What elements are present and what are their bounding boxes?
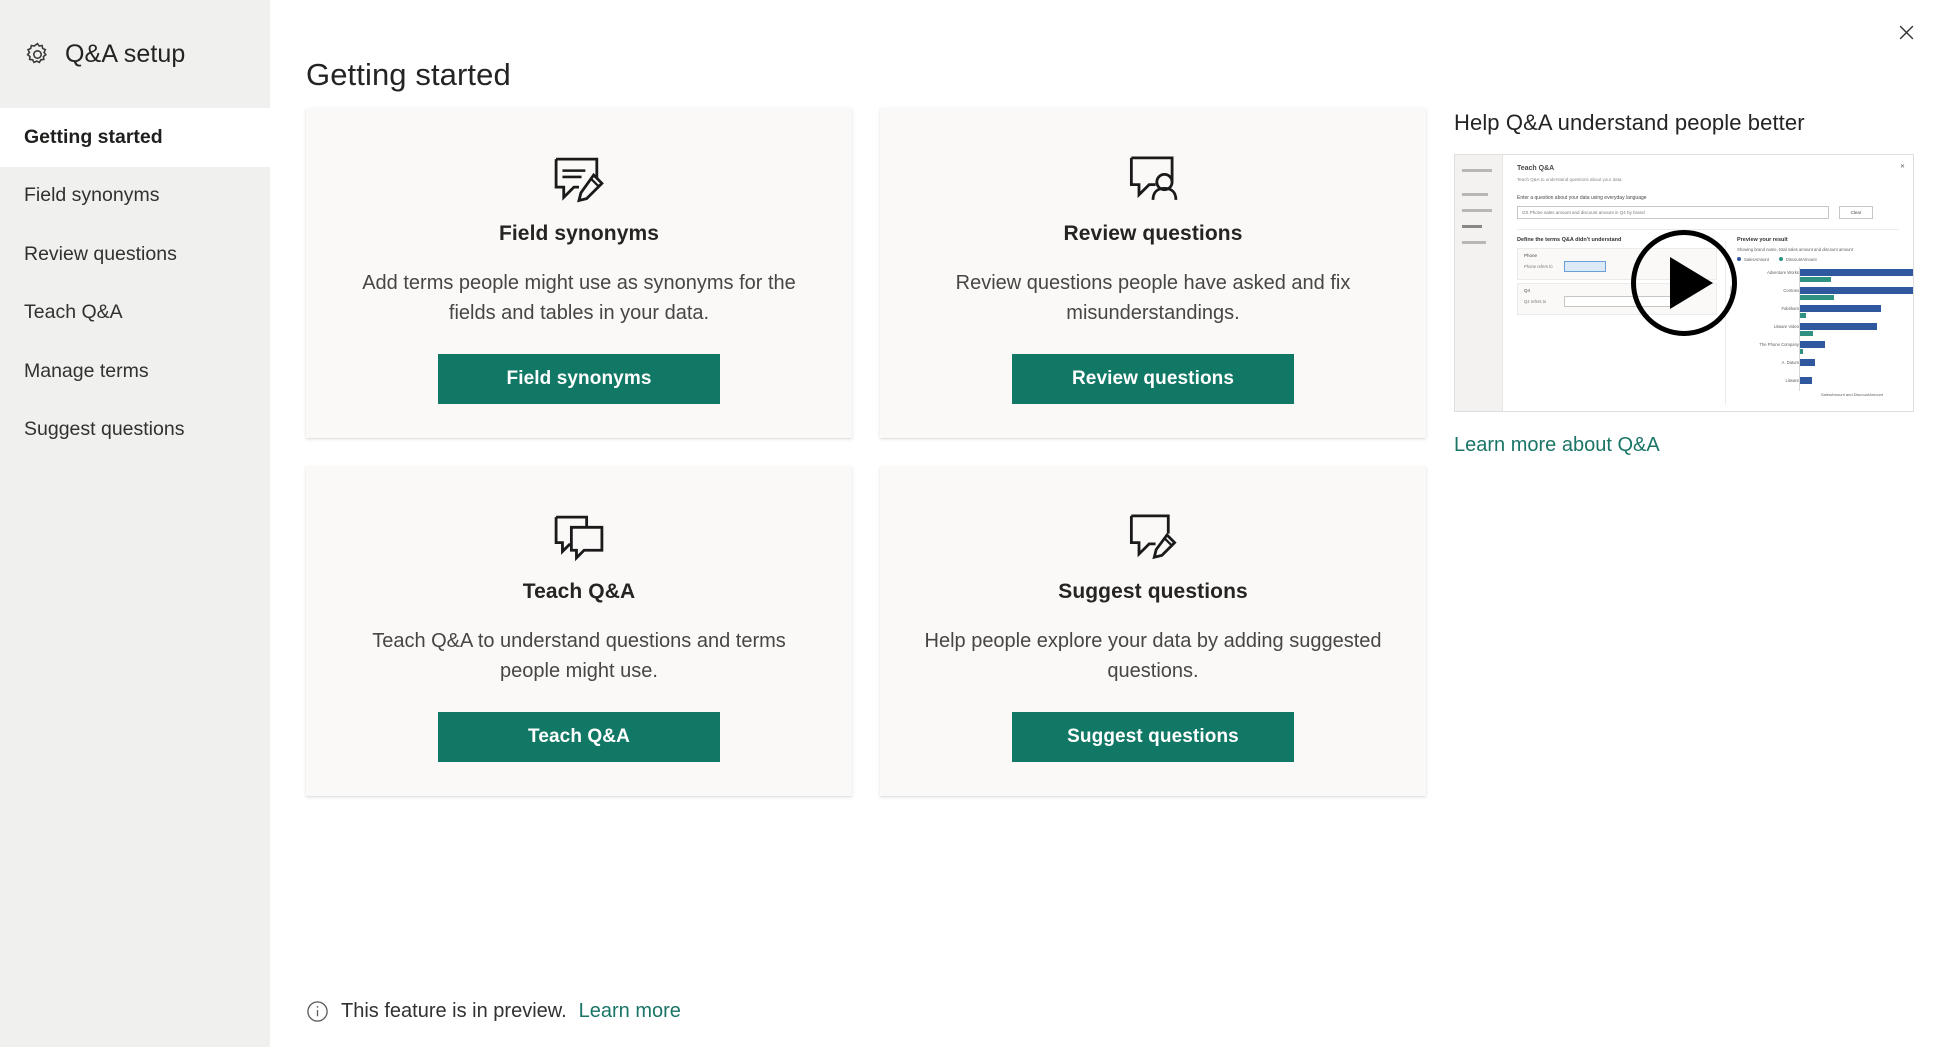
main-content: Getting started Field synonyms Add terms…	[270, 0, 1946, 1047]
sidebar-item-field-synonyms[interactable]: Field synonyms	[0, 167, 270, 226]
help-panel: Help Q&A understand people better ✕ Teac…	[1454, 108, 1914, 457]
footer-learn-more-link[interactable]: Learn more	[579, 1000, 681, 1023]
learn-more-about-qa-link[interactable]: Learn more about Q&A	[1454, 434, 1660, 457]
thumbnail-bar-chart: Adventure Works Contoso Fabrikam Litware…	[1737, 267, 1913, 397]
card-description: Help people explore your data by adding …	[924, 630, 1382, 682]
thumbnail-term-row: Phone refers to	[1524, 264, 1553, 269]
play-icon[interactable]	[1631, 230, 1737, 336]
thumbnail-result-title: Preview your result	[1737, 237, 1788, 243]
teach-qa-icon	[551, 506, 607, 568]
card-title: Review questions	[1063, 222, 1243, 245]
thumbnail-panel-title: Teach Q&A	[1517, 165, 1555, 172]
teach-qa-button[interactable]: Teach Q&A	[438, 712, 720, 762]
thumbnail-term-value-box	[1564, 261, 1606, 272]
card-suggest-questions: Suggest questions Help people explore yo…	[880, 466, 1426, 796]
review-questions-button[interactable]: Review questions	[1012, 354, 1294, 404]
bar-category: Fabrikam	[1781, 306, 1799, 311]
thumbnail-chart-legend: SalesAmount DiscountAmount	[1737, 257, 1817, 262]
sidebar-item-label: Suggest questions	[24, 418, 185, 441]
suggest-questions-button[interactable]: Suggest questions	[1012, 712, 1294, 762]
bar-sales	[1800, 305, 1881, 312]
thumbnail-sidebar	[1455, 155, 1503, 411]
page-title: Getting started	[306, 56, 511, 92]
thumbnail-define-label: Define the terms Q&A didn't understand	[1517, 237, 1622, 243]
sidebar-nav: Getting started Field synonyms Review qu…	[0, 108, 270, 459]
sidebar: Q&A setup Getting started Field synonyms…	[0, 0, 270, 1047]
chart-x-label: SalesAmount and DiscountAmount	[1820, 392, 1884, 397]
thumbnail-panel-subtitle: Teach Q&A to understand questions about …	[1517, 177, 1623, 182]
bar-sales	[1800, 269, 1913, 276]
review-questions-icon	[1125, 148, 1181, 210]
suggest-questions-icon	[1125, 506, 1181, 568]
preview-notice-text: This feature is in preview.	[341, 1000, 567, 1022]
card-description: Add terms people might use as synonyms f…	[362, 272, 796, 324]
bar-discount	[1800, 331, 1813, 336]
help-title: Help Q&A understand people better	[1454, 110, 1805, 135]
thumbnail-question-input: GS Phone sales amount and discount amoun…	[1517, 206, 1829, 219]
bar-sales	[1800, 377, 1812, 384]
card-title: Teach Q&A	[522, 580, 636, 603]
card-description: Review questions people have asked and f…	[955, 272, 1351, 324]
card-description: Teach Q&A to understand questions and te…	[372, 630, 786, 682]
sidebar-item-teach-qa[interactable]: Teach Q&A	[0, 284, 270, 343]
sidebar-item-label: Field synonyms	[24, 184, 160, 207]
close-button[interactable]	[1882, 10, 1930, 58]
sidebar-item-getting-started[interactable]: Getting started	[0, 108, 270, 167]
gear-icon	[24, 41, 51, 68]
cards-grid: Field synonyms Add terms people might us…	[306, 108, 1426, 796]
bar-sales	[1800, 323, 1877, 330]
card-field-synonyms: Field synonyms Add terms people might us…	[306, 108, 852, 438]
bar-category: Adventure Works	[1766, 270, 1799, 275]
field-synonyms-icon	[551, 148, 607, 210]
sidebar-item-label: Getting started	[24, 125, 163, 148]
sidebar-item-suggest-questions[interactable]: Suggest questions	[0, 401, 270, 460]
field-synonyms-button[interactable]: Field synonyms	[438, 354, 720, 404]
bar-sales	[1800, 341, 1825, 348]
bar-discount	[1800, 349, 1803, 354]
thumbnail-field-label: Enter a question about your data using e…	[1517, 195, 1647, 201]
bar-sales	[1800, 287, 1913, 294]
card-title: Field synonyms	[498, 222, 660, 245]
sidebar-item-label: Review questions	[24, 242, 177, 265]
thumbnail-clear-button: Clear	[1839, 206, 1873, 219]
sidebar-item-label: Teach Q&A	[24, 301, 123, 324]
preview-notice: This feature is in preview. Learn more	[306, 1000, 681, 1023]
legend-item-sales: SalesAmount	[1744, 257, 1769, 262]
sidebar-item-manage-terms[interactable]: Manage terms	[0, 342, 270, 401]
thumbnail-term-name: Q4	[1524, 288, 1531, 293]
qa-setup-dialog: Q&A setup Getting started Field synonyms…	[0, 0, 1946, 1047]
bar-category: A. Datum	[1781, 360, 1799, 365]
sidebar-title: Q&A setup	[65, 39, 186, 68]
bar-discount	[1800, 295, 1834, 300]
content-area: Field synonyms Add terms people might us…	[306, 108, 1946, 796]
video-thumbnail[interactable]: ✕ Teach Q&A Teach Q&A to understand ques…	[1454, 154, 1914, 412]
bar-category: Litware	[1785, 378, 1800, 383]
thumbnail-term-row: Q4 refers to	[1524, 299, 1547, 304]
card-title: Suggest questions	[1058, 580, 1248, 603]
bar-discount	[1800, 277, 1831, 282]
bar-category: The Phone Company	[1759, 342, 1799, 347]
thumbnail-term-name: Phone	[1524, 253, 1538, 258]
sidebar-header: Q&A setup	[0, 0, 270, 108]
close-icon	[1898, 24, 1915, 44]
bar-category: Litware Video	[1773, 324, 1799, 329]
sidebar-item-review-questions[interactable]: Review questions	[0, 225, 270, 284]
thumbnail-question-value: GS Phone sales amount and discount amoun…	[1522, 210, 1645, 215]
thumbnail-result-subtitle: Showing brand name, total sales amount a…	[1737, 247, 1853, 252]
bar-discount	[1800, 313, 1806, 318]
info-icon	[306, 1000, 329, 1023]
bar-sales	[1800, 359, 1815, 366]
bar-category: Contoso	[1783, 288, 1799, 293]
card-review-questions: Review questions Review questions people…	[880, 108, 1426, 438]
card-teach-qa: Teach Q&A Teach Q&A to understand questi…	[306, 466, 852, 796]
thumbnail-close-icon: ✕	[1899, 164, 1905, 170]
legend-item-discount: DiscountAmount	[1785, 257, 1817, 262]
sidebar-item-label: Manage terms	[24, 359, 149, 382]
